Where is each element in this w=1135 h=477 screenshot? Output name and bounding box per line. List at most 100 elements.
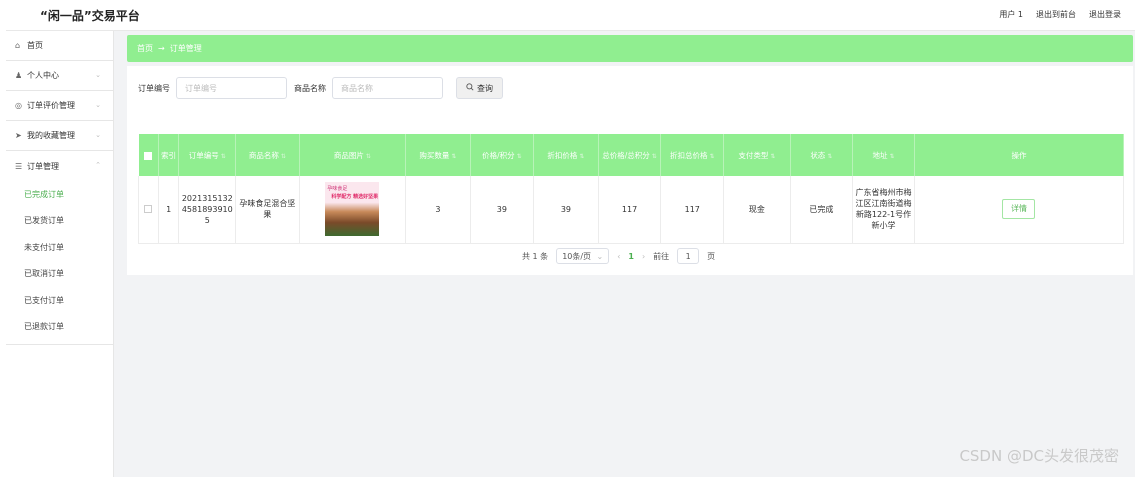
sort-icon: ⇅	[579, 152, 585, 160]
sidebar-item-label: 首页	[27, 41, 43, 50]
breadcrumb-home[interactable]: 首页	[137, 43, 153, 54]
comment-icon: ◎	[15, 101, 22, 110]
detail-button[interactable]: 详情	[1002, 199, 1036, 220]
sort-icon: ⇅	[709, 152, 715, 160]
breadcrumb: 首页 → 订单管理	[127, 35, 1133, 62]
product-image-caption: 科学配方 精选好坚果	[331, 194, 379, 201]
pagination: 共 1 条 10条/页 ⌄ ‹ 1 › 前往 1 页	[522, 248, 715, 264]
select-all-checkbox[interactable]	[138, 134, 159, 176]
sort-icon: ⇅	[770, 152, 776, 160]
sidebar-item-label: 订单评价管理	[27, 101, 75, 110]
cell-price: 39	[470, 176, 535, 244]
column-header[interactable]: 支付类型 ⇅	[723, 134, 791, 176]
query-button-label: 查询	[477, 83, 493, 93]
row-checkbox[interactable]	[138, 176, 159, 244]
pagination-total: 共 1 条	[522, 251, 549, 261]
table-header-row: 索引 订单编号 ⇅ 商品名称 ⇅ 商品图片 ⇅ 购买数量 ⇅ 价格/积分 ⇅ 折扣价格 ⇅ …	[138, 134, 1125, 176]
column-header[interactable]: 订单编号 ⇅	[178, 134, 237, 176]
app-frame: “闲一品”交易平台 用户 1 退出到前台 退出登录 ⌂ 首页 ♟ 个人中心 ⌄ …	[6, 0, 1135, 477]
submenu-item-shipped[interactable]: 已发货订单	[6, 208, 113, 235]
page-size-select[interactable]: 10条/页 ⌄	[556, 248, 610, 264]
sort-icon: ⇅	[516, 152, 522, 160]
submenu-item-completed[interactable]: 已完成订单	[6, 181, 113, 208]
submenu-item-cancelled[interactable]: 已取消订单	[6, 261, 113, 288]
table-row: 1 202131513245818939105 孕味食足混合坚果 孕味食足 科学…	[138, 176, 1125, 244]
column-header[interactable]: 购买数量 ⇅	[405, 134, 471, 176]
product-name-input[interactable]: 商品名称	[332, 77, 443, 99]
sidebar: ⌂ 首页 ♟ 个人中心 ⌄ ◎ 订单评价管理 ⌄ ➤ 我的收藏管理 ⌄ ☰ 订单…	[6, 31, 114, 477]
prev-page-icon[interactable]: ‹	[617, 252, 620, 261]
list-icon: ☰	[15, 161, 23, 171]
page-number-current[interactable]: 1	[628, 252, 634, 261]
page-suffix-label: 页	[707, 251, 716, 261]
column-header[interactable]: 状态 ⇅	[790, 134, 854, 176]
cell-product-name: 孕味食足混合坚果	[235, 176, 300, 244]
sidebar-item-label: 订单管理	[27, 161, 59, 171]
sort-icon: ⇅	[220, 152, 226, 160]
goto-page-input[interactable]: 1	[677, 248, 700, 264]
order-submenu: 已完成订单 已发货订单 未支付订单 已取消订单 已支付订单 已退款订单	[6, 181, 113, 345]
breadcrumb-current: 订单管理	[169, 44, 202, 53]
sidebar-item-home[interactable]: ⌂ 首页	[6, 31, 113, 61]
column-header[interactable]: 总价格/总积分 ⇅	[598, 134, 662, 176]
product-name-label: 商品名称	[294, 83, 326, 93]
brand-title: “闲一品”交易平台	[40, 9, 140, 23]
cell-index: 1	[158, 176, 180, 244]
chevron-down-icon: ⌄	[95, 101, 101, 109]
sidebar-item-label: 个人中心	[27, 71, 59, 80]
content-card: 订单编号 订单编号 商品名称 商品名称 查询 索引 订单编号 ⇅ 商品名称 ⇅ …	[127, 66, 1133, 275]
sort-icon: ⇅	[451, 152, 457, 160]
column-header[interactable]: 折扣价格 ⇅	[533, 134, 599, 176]
goto-label: 前往	[653, 251, 670, 261]
sidebar-item-label: 我的收藏管理	[27, 131, 75, 140]
cell-product-image: 孕味食足 科学配方 精选好坚果	[299, 176, 407, 244]
cell-discount-total: 117	[660, 176, 725, 244]
cell-order-no: 202131513245818939105	[178, 176, 237, 244]
cell-pay-type: 现金	[723, 176, 791, 244]
cell-discount-price: 39	[533, 176, 599, 244]
column-header[interactable]: 折扣总价格 ⇅	[660, 134, 725, 176]
logout-link[interactable]: 退出登录	[1089, 9, 1121, 20]
chevron-down-icon: ⌄	[95, 71, 101, 79]
orders-table: 索引 订单编号 ⇅ 商品名称 ⇅ 商品图片 ⇅ 购买数量 ⇅ 价格/积分 ⇅ 折扣价格 ⇅ …	[138, 134, 1125, 244]
next-page-icon[interactable]: ›	[642, 252, 645, 261]
sidebar-item-order-management[interactable]: ☰ 订单管理 ⌃	[6, 151, 113, 181]
order-no-label: 订单编号	[138, 83, 170, 93]
column-header[interactable]: 商品图片 ⇅	[299, 134, 407, 176]
order-no-input[interactable]: 订单编号	[176, 77, 287, 99]
column-header[interactable]: 商品名称 ⇅	[235, 134, 300, 176]
user-link[interactable]: 用户 1	[999, 9, 1023, 20]
cell-qty: 3	[405, 176, 471, 244]
search-icon	[466, 83, 474, 93]
chevron-down-icon: ⌄	[95, 131, 101, 139]
column-header: 操作	[914, 134, 1125, 176]
submenu-item-refunded[interactable]: 已退款订单	[6, 314, 113, 341]
home-icon: ⌂	[15, 41, 21, 50]
send-icon: ➤	[15, 131, 22, 140]
user-icon: ♟	[15, 71, 23, 80]
sort-icon: ⇅	[280, 152, 286, 160]
sidebar-item-favorites[interactable]: ➤ 我的收藏管理 ⌄	[6, 121, 113, 151]
arrow-right-icon: →	[158, 44, 165, 53]
sidebar-item-order-review[interactable]: ◎ 订单评价管理 ⌄	[6, 91, 113, 121]
chevron-down-icon: ⌄	[596, 251, 604, 261]
cell-address: 广东省梅州市梅江区江南街道梅新路122-1号作新小学	[852, 176, 915, 244]
column-header[interactable]: 价格/积分 ⇅	[470, 134, 535, 176]
back-to-front-link[interactable]: 退出到前台	[1036, 9, 1076, 20]
sort-icon: ⇅	[827, 152, 833, 160]
product-image: 孕味食足 科学配方 精选好坚果	[325, 182, 380, 237]
top-links: 用户 1 退出到前台 退出登录	[999, 9, 1121, 20]
search-row: 订单编号 订单编号 商品名称 商品名称 查询	[138, 77, 503, 99]
sort-icon: ⇅	[889, 152, 895, 160]
top-bar: “闲一品”交易平台 用户 1 退出到前台 退出登录	[6, 0, 1135, 31]
cell-total: 117	[598, 176, 662, 244]
sort-icon: ⇅	[651, 152, 657, 160]
column-header[interactable]: 地址 ⇅	[852, 134, 915, 176]
sort-icon: ⇅	[365, 152, 371, 160]
cell-action: 详情	[914, 176, 1125, 244]
submenu-item-paid[interactable]: 已支付订单	[6, 287, 113, 314]
sidebar-item-personal-center[interactable]: ♟ 个人中心 ⌄	[6, 61, 113, 91]
submenu-item-unpaid[interactable]: 未支付订单	[6, 234, 113, 261]
watermark: CSDN @DC头发很茂密	[959, 447, 1119, 465]
query-button[interactable]: 查询	[456, 77, 503, 99]
